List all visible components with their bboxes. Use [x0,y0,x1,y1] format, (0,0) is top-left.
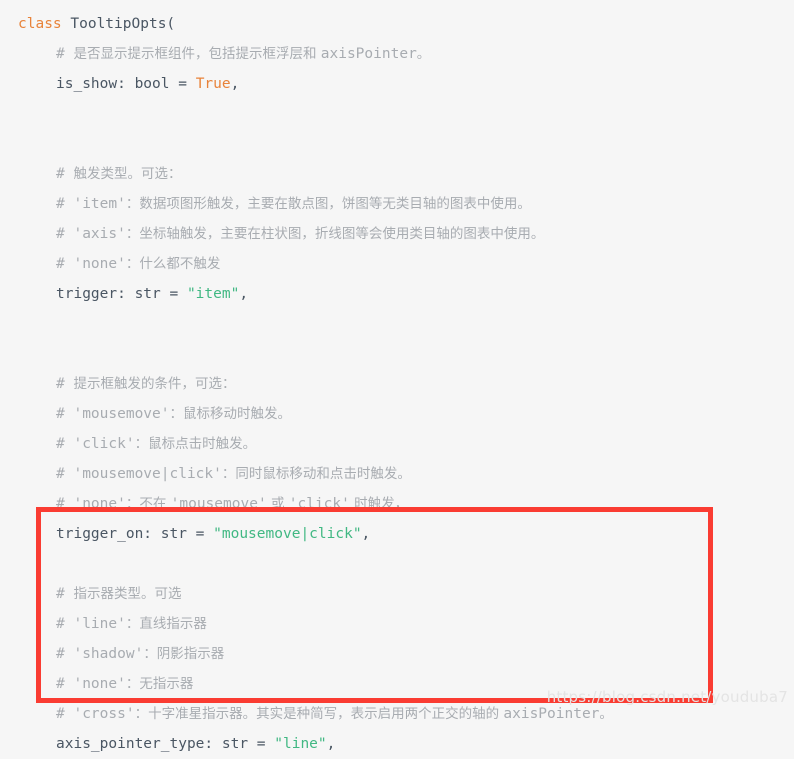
code-token-plain: , [361,526,371,542]
code-line: # 'mousemove|click'：同时鼠标移动和点击时触发。 [0,459,794,489]
code-token-comment-cjk: ：直线指示器 [125,616,207,632]
code-token-comment-cjk: ：数据项图形触发，主要在散点图，饼图等无类目轴的图表中使用。 [125,196,531,212]
code-token-comment: # 'cross' [56,706,135,722]
code-token-string: "line" [274,736,327,752]
code-line: trigger_on: str = "mousemove|click", [0,519,794,549]
code-token-comment-cjk: 或 [266,496,289,512]
code-token-comment: 'mousemove' [170,496,267,512]
watermark: https://blog.csdn.net/youduba7 [546,688,788,706]
code-line: # 'axis'：坐标轴触发，主要在柱状图，折线图等会使用类目轴的图表中使用。 [0,219,794,249]
code-token-comment-cjk: 提示框触发的条件，可选： [73,376,236,392]
code-token-comment-cjk: 时触发， [349,496,409,512]
code-line: trigger: str = "item", [0,279,794,309]
code-token-comment: # 'click' [56,436,135,452]
code-line: # 'none'：不在 'mousemove' 或 'click' 时触发， [0,489,794,519]
code-line: # 指示器类型。可选 [0,579,794,609]
code-token-comment: # [56,166,74,182]
code-block: class TooltipOpts(# 是否显示提示框组件，包括提示框浮层和 a… [0,0,794,752]
code-token-comment-cjk: ：鼠标点击时触发。 [134,436,257,452]
code-line: # 'none'：什么都不触发 [0,249,794,279]
code-token-comment: axisPointer [503,706,600,722]
code-token-comment: # [56,376,74,392]
code-token-comment: # 'none' [56,256,126,272]
code-token-comment-cjk: 。 [416,46,431,62]
code-token-comment: # 'mousemove|click' [56,466,222,482]
code-token-comment-cjk: ：鼠标移动时触发。 [169,406,292,422]
code-token-plain: is_show: bool = [56,76,196,92]
code-line: # 'shadow'：阴影指示器 [0,639,794,669]
code-token-comment: # 'none' [56,676,126,692]
code-token-plain: , [326,736,336,752]
code-token-name: TooltipOpts( [70,16,176,32]
code-token-comment-cjk: ：无指示器 [125,676,194,692]
code-token-comment-cjk: ：同时鼠标移动和点击时触发。 [221,466,411,482]
code-line: # 是否显示提示框组件，包括提示框浮层和 axisPointer。 [0,39,794,69]
code-token-comment-cjk: ：坐标轴触发，主要在柱状图，折线图等会使用类目轴的图表中使用。 [125,226,545,242]
code-line: is_show: bool = True, [0,69,794,99]
code-line: # 'item'：数据项图形触发，主要在散点图，饼图等无类目轴的图表中使用。 [0,189,794,219]
code-token-comment: # 'none' [56,496,126,512]
code-token-comment: # [56,46,74,62]
code-token-string: "mousemove|click" [213,526,362,542]
code-token-plain: , [239,286,249,302]
code-token-plain: trigger_on: str = [56,526,214,542]
code-token-comment-cjk: 。 [599,706,613,722]
code-token-comment-cjk: 触发类型。可选： [73,166,182,182]
code-token-string: "item" [186,286,240,302]
code-token-comment: # 'item' [56,196,126,212]
code-token-comment: # 'line' [56,616,126,632]
code-token-plain: axis_pointer_type: str = [56,736,275,752]
code-line: # 'line'：直线指示器 [0,609,794,639]
code-token-comment-cjk: ：不在 [125,496,171,512]
code-token-comment: # 'mousemove' [56,406,170,422]
code-token-comment-cjk: 指示器类型。可选 [73,586,182,602]
code-token-comment: axisPointer [320,46,417,62]
code-token-plain: , [230,76,240,92]
code-line: # 'click'：鼠标点击时触发。 [0,429,794,459]
code-line: class TooltipOpts( [0,9,794,39]
code-token-comment: # 'axis' [56,226,126,242]
code-token-const: True [195,76,231,92]
code-token-plain: trigger: str = [56,286,187,302]
code-token-comment-cjk: ：阴影指示器 [143,646,225,662]
code-line: axis_pointer_type: str = "line", [0,729,794,759]
code-token-comment-cjk: ：十字准星指示器。其实是种简写，表示启用两个正交的轴的 [134,706,504,722]
code-line: # 触发类型。可选： [0,159,794,189]
code-token-comment: # [56,586,74,602]
code-line: # 提示框触发的条件，可选： [0,369,794,399]
code-token-keyword: class [18,16,62,32]
code-token-comment: # 'shadow' [56,646,144,662]
code-token-comment-cjk: ：什么都不触发 [125,256,221,272]
code-line: # 'mousemove'：鼠标移动时触发。 [0,399,794,429]
code-token-comment: 'click' [288,496,350,512]
code-token-comment-cjk: 是否显示提示框组件，包括提示框浮层和 [73,46,321,62]
code-lines-container: class TooltipOpts(# 是否显示提示框组件，包括提示框浮层和 a… [0,9,794,759]
